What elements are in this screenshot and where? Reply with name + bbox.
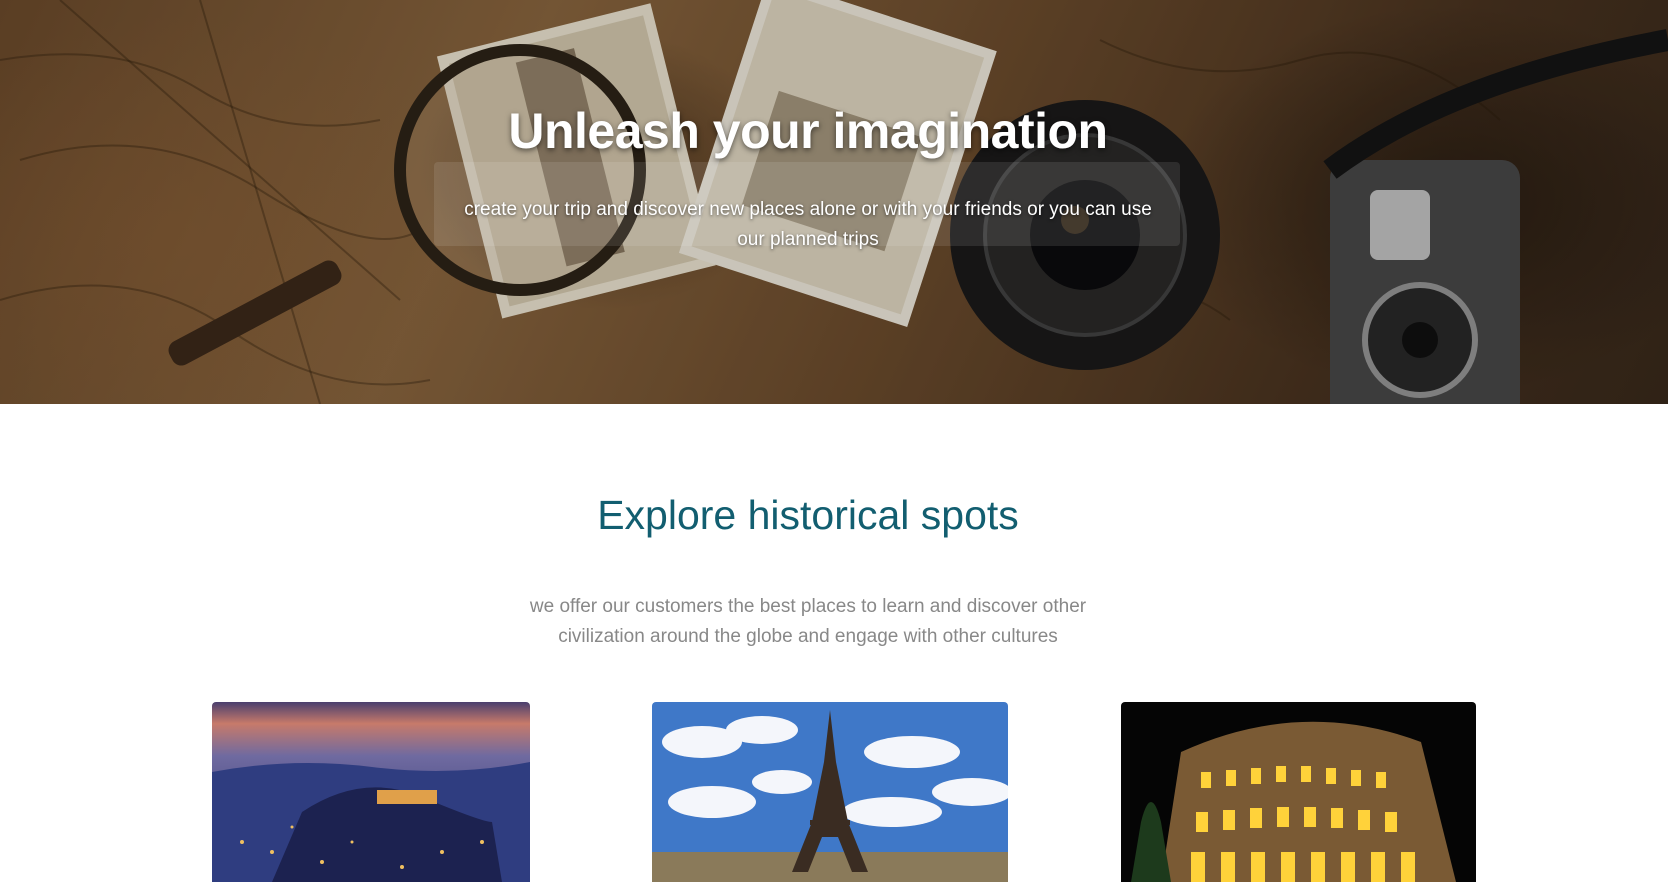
destination-card-eiffel-tower[interactable] bbox=[652, 702, 1008, 882]
hero-banner: Unleash your imagination create your tri… bbox=[0, 0, 1668, 404]
acropolis-photo bbox=[212, 702, 530, 882]
hero-subtitle: create your trip and discover new places… bbox=[464, 199, 1152, 250]
section-description: we offer our customers the best places t… bbox=[529, 596, 1087, 647]
eiffel-tower-photo bbox=[652, 702, 1008, 882]
hero-title: Unleash your imagination bbox=[508, 102, 1108, 159]
destination-card-colosseum[interactable] bbox=[1121, 702, 1476, 882]
destination-card-acropolis[interactable] bbox=[212, 702, 530, 882]
colosseum-photo bbox=[1121, 702, 1476, 882]
section-title: Explore historical spots bbox=[597, 492, 1019, 538]
